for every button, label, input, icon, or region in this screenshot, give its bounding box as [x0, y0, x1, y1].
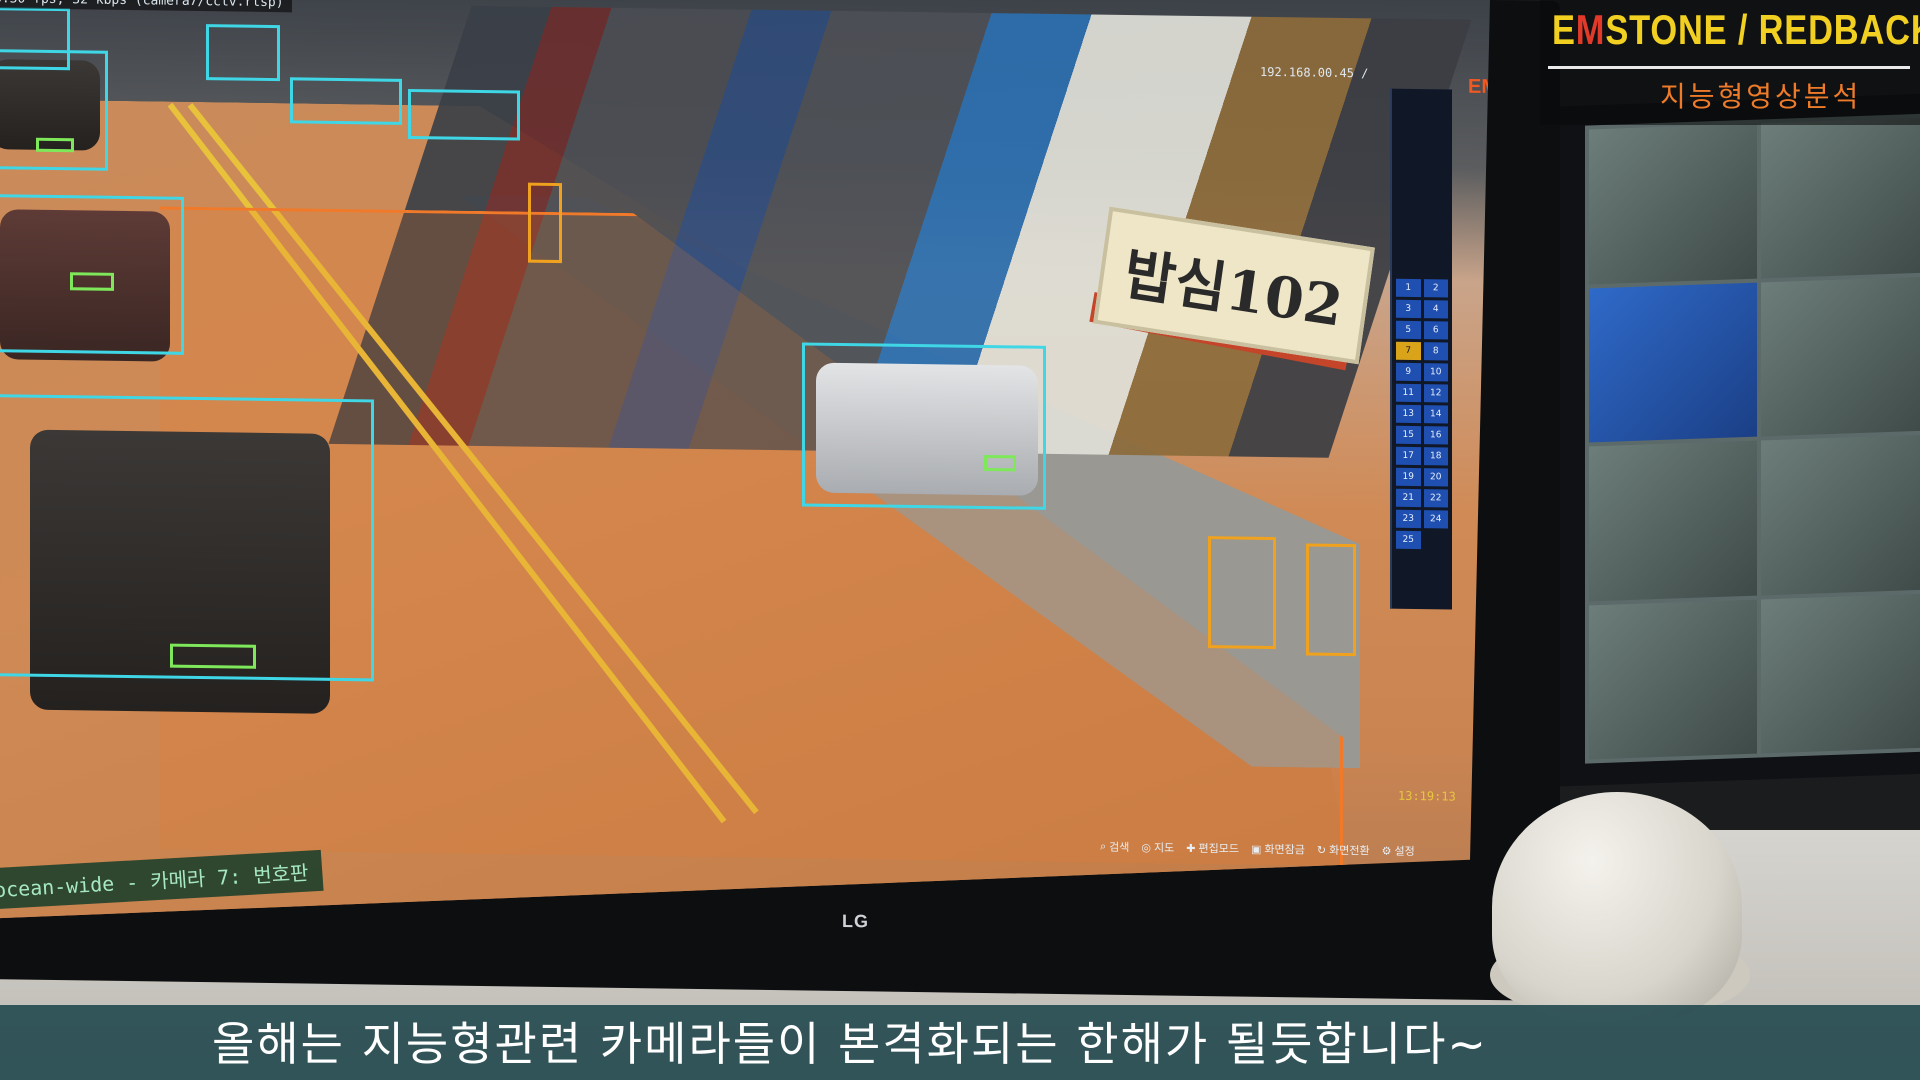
camera-tile [1761, 276, 1920, 437]
secondary-monitor [1555, 93, 1920, 787]
toolbar-item[interactable]: ↻ 화면전환 [1317, 842, 1370, 859]
toolbar-label: 검색 [1109, 840, 1130, 855]
toolbar-label: 편집모드 [1198, 841, 1239, 856]
brand-subtitle: 지능형영상분석 [1660, 80, 1862, 113]
lock-icon: ▣ [1250, 842, 1262, 856]
channel-button[interactable]: 22 [1424, 489, 1449, 507]
license-plate-box [36, 138, 74, 153]
vehicle-bounding-box [0, 394, 374, 682]
gear-icon: ⚙ [1381, 844, 1392, 858]
photo-scene: 밥심102 3.30 fps, 32 kbps (camera7/cctv.rt… [0, 0, 1920, 1080]
vehicle-bounding-box [0, 7, 70, 70]
secondary-monitor-screen [1585, 113, 1920, 764]
channel-button[interactable]: 14 [1424, 405, 1449, 423]
toolbar-item[interactable]: ◎ 지도 [1141, 839, 1174, 855]
clock: 13:19:13 [1398, 788, 1456, 804]
vehicle-bounding-box [802, 342, 1046, 509]
dome-camera [1492, 792, 1742, 1022]
toolbar-item[interactable]: ▣ 화면잠금 [1251, 841, 1305, 858]
toolbar-label: 화면잠금 [1264, 842, 1305, 857]
refresh-icon: ↻ [1316, 843, 1327, 857]
globe-icon: ◎ [1141, 840, 1152, 854]
camera-tile [1589, 599, 1757, 760]
main-monitor: 밥심102 3.30 fps, 32 kbps (camera7/cctv.rt… [0, 0, 1560, 1002]
license-plate-box [70, 272, 114, 291]
camera-tile [1589, 282, 1757, 443]
channel-button[interactable]: 17 [1396, 447, 1421, 465]
camera-tile [1761, 434, 1920, 595]
channel-button[interactable]: 7 [1396, 342, 1421, 360]
vehicle-bounding-box [290, 77, 402, 125]
vms-logo: EMSTONE [1468, 75, 1490, 100]
toolbar-item[interactable]: ✚ 편집모드 [1186, 840, 1239, 857]
channel-button[interactable]: 15 [1396, 426, 1421, 444]
channel-button[interactable]: 4 [1424, 300, 1449, 318]
ip-address: 192.168.00.45 / [1260, 64, 1369, 81]
toolbar-label: 지도 [1154, 841, 1175, 855]
camera-tile [1761, 593, 1920, 754]
license-plate-box [984, 455, 1016, 471]
channel-panel: 1 2 3 4 5 6 7 8 9 10 11 12 13 14 15 16 17 18 19 20 21 22 23 24 2… [1390, 89, 1452, 610]
toolbar-item[interactable]: ⚙ 설정 [1382, 843, 1415, 859]
toolbar-label: 설정 [1394, 844, 1415, 859]
channel-button[interactable]: 10 [1424, 363, 1449, 381]
channel-button[interactable]: 18 [1424, 447, 1449, 465]
channel-button[interactable]: 20 [1424, 468, 1449, 486]
monitor-brand-logo: LG [842, 911, 869, 932]
brand-title: EMSTONE / REDBACK [1552, 6, 1920, 54]
camera-tile [1761, 117, 1920, 278]
channel-button[interactable]: 9 [1396, 363, 1421, 381]
channel-button[interactable]: 2 [1424, 279, 1449, 297]
channel-button[interactable]: 3 [1396, 300, 1421, 318]
vms-toolbar: ⌕ 검색 ◎ 지도 ✚ 편집모드 ▣ 화면잠금 ↻ 화면전환 ⚙ 설정 [1100, 833, 1460, 866]
move-icon: ✚ [1186, 841, 1196, 855]
brand-title-prefix: E [1552, 6, 1576, 53]
video-caption: 올해는 지능형관련 카메라들이 본격화되는 한해가 될듯합니다~ [212, 1017, 1488, 1071]
person-bounding-box [1208, 536, 1276, 649]
camera-tile [1589, 123, 1757, 284]
person-bounding-box [1306, 543, 1356, 656]
toolbar-label: 화면전환 [1329, 843, 1370, 858]
license-plate-box [170, 644, 256, 669]
channel-button[interactable]: 6 [1424, 321, 1449, 339]
channel-button[interactable]: 16 [1424, 426, 1449, 444]
channel-button[interactable]: 19 [1396, 468, 1421, 486]
channel-button[interactable]: 8 [1424, 342, 1449, 360]
channel-button[interactable]: 23 [1396, 510, 1421, 528]
channel-button[interactable]: 21 [1396, 489, 1421, 507]
channel-button[interactable]: 12 [1424, 384, 1449, 402]
vehicle-bounding-box [408, 89, 520, 141]
channel-button[interactable]: 5 [1396, 321, 1421, 339]
channel-button[interactable]: 24 [1424, 510, 1449, 528]
brand-divider [1548, 66, 1910, 69]
channel-button[interactable]: 1 [1396, 279, 1421, 297]
search-icon: ⌕ [1100, 839, 1107, 853]
brand-title-rest: STONE / REDBACK [1605, 6, 1920, 53]
main-monitor-screen: 밥심102 3.30 fps, 32 kbps (camera7/cctv.rt… [0, 0, 1490, 940]
brand-title-m: M [1575, 6, 1606, 53]
camera-tile [1589, 440, 1757, 601]
person-bounding-box [528, 183, 562, 263]
toolbar-item[interactable]: ⌕ 검색 [1100, 839, 1129, 855]
channel-button[interactable]: 11 [1396, 384, 1421, 402]
channel-button[interactable]: 13 [1396, 405, 1421, 423]
vehicle-bounding-box [206, 24, 280, 81]
channel-button[interactable]: 25 [1396, 531, 1421, 549]
channel-grid: 1 2 3 4 5 6 7 8 9 10 11 12 13 14 15 16 17 18 19 20 21 22 23 24 2… [1396, 279, 1448, 550]
